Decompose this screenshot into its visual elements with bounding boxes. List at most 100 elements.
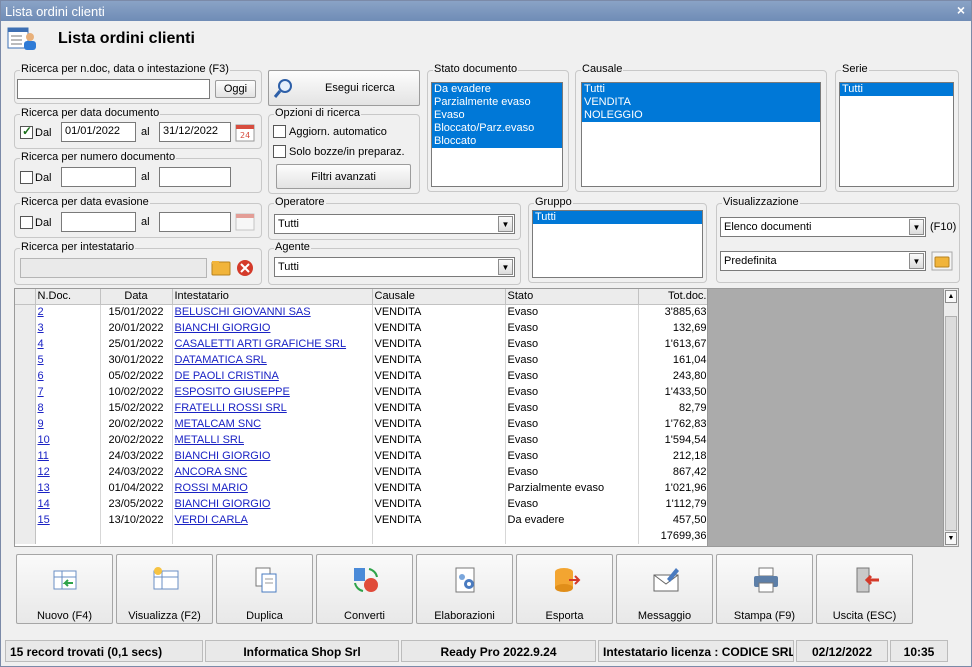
holder-link[interactable]: METALLI SRL <box>175 434 245 446</box>
search-date-checkbox[interactable] <box>20 124 33 139</box>
row-selector[interactable] <box>15 496 36 512</box>
doc-number-cell[interactable]: 4 <box>35 336 101 352</box>
export-button[interactable]: Esporta <box>516 554 613 624</box>
convert-button[interactable]: Converti <box>316 554 413 624</box>
holder-link[interactable]: BELUSCHI GIOVANNI SAS <box>175 306 311 318</box>
table-row[interactable]: 8 15/02/2022 FRATELLI ROSSI SRL VENDITA Evas… <box>15 400 707 416</box>
row-selector[interactable] <box>15 432 36 448</box>
holder-cell[interactable]: BIANCHI GIORGIO <box>172 320 373 336</box>
holder-cell[interactable]: BIANCHI GIORGIO <box>172 448 373 464</box>
doc-number-link[interactable]: 3 <box>38 322 44 334</box>
folder-icon[interactable] <box>931 251 953 271</box>
table-row[interactable]: 7 10/02/2022 ESPOSITO GIUSEPPE VENDITA Evaso… <box>15 384 707 400</box>
auto-update-checkbox[interactable] <box>273 125 286 138</box>
visual-layout-select[interactable]: Predefinita ▼ <box>720 251 926 271</box>
list-item[interactable]: Evaso <box>432 109 562 122</box>
doc-number-link[interactable]: 11 <box>38 450 49 462</box>
doc-number-link[interactable]: 12 <box>38 466 50 478</box>
list-item[interactable]: Bloccato <box>432 135 562 148</box>
table-row[interactable]: 5 30/01/2022 DATAMATICA SRL VENDITA Evaso 161… <box>15 352 707 368</box>
scroll-down-icon[interactable]: ▼ <box>945 532 957 545</box>
doc-number-link[interactable]: 7 <box>38 386 44 398</box>
number-from-input[interactable] <box>61 167 136 187</box>
visual-mode-select[interactable]: Elenco documenti ▼ <box>720 217 926 237</box>
close-icon[interactable]: × <box>957 2 965 18</box>
scroll-up-icon[interactable]: ▲ <box>945 290 957 303</box>
holder-link[interactable]: BIANCHI GIORGIO <box>175 498 271 510</box>
eva-from-input[interactable] <box>61 212 136 232</box>
row-selector[interactable] <box>15 336 36 352</box>
doc-number-link[interactable]: 14 <box>38 498 50 510</box>
doc-number-link[interactable]: 5 <box>38 354 44 366</box>
holder-link[interactable]: ANCORA SNC <box>175 466 248 478</box>
list-item[interactable]: NOLEGGIO <box>582 109 820 122</box>
table-row[interactable]: 4 25/01/2022 CASALETTI ARTI GRAFICHE SRL VE… <box>15 336 707 352</box>
clear-icon[interactable] <box>235 258 255 278</box>
doc-number-cell[interactable]: 13 <box>35 480 101 496</box>
table-row[interactable]: 12 24/03/2022 ANCORA SNC VENDITA Evaso 867,42 <box>15 464 707 480</box>
row-selector[interactable] <box>15 512 36 528</box>
view-button[interactable]: Visualizza (F2) <box>116 554 213 624</box>
chevron-down-icon[interactable]: ▼ <box>498 216 513 232</box>
new-doc-button[interactable]: Nuovo (F4) <box>16 554 113 624</box>
doc-number-link[interactable]: 10 <box>38 434 50 446</box>
doc-number-link[interactable]: 8 <box>38 402 44 414</box>
holder-input[interactable] <box>20 258 207 278</box>
today-button[interactable]: Oggi <box>215 80 256 98</box>
gruppo-listbox[interactable]: Tutti <box>532 210 703 278</box>
doc-number-cell[interactable]: 15 <box>35 512 101 528</box>
list-item[interactable]: Da evadere <box>432 83 562 96</box>
date-to-input[interactable]: 31/12/2022 <box>159 122 231 142</box>
column-header[interactable]: N.Doc. <box>35 289 101 305</box>
holder-link[interactable]: DE PAOLI CRISTINA <box>175 370 279 382</box>
column-header[interactable]: Data <box>100 289 173 305</box>
process-button[interactable]: Elaborazioni <box>416 554 513 624</box>
row-selector[interactable] <box>15 368 36 384</box>
holder-link[interactable]: METALCAM SNC <box>175 418 262 430</box>
list-item[interactable]: Parzialmente evaso <box>432 96 562 109</box>
holder-link[interactable]: VERDI CARLA <box>175 514 248 526</box>
duplicate-button[interactable]: Duplica <box>216 554 313 624</box>
orders-table[interactable]: N.Doc. Data Intestatario Causale Stato T… <box>14 288 708 547</box>
doc-number-cell[interactable]: 12 <box>35 464 101 480</box>
search-eva-checkbox[interactable] <box>20 216 33 229</box>
holder-cell[interactable]: CASALETTI ARTI GRAFICHE SRL <box>172 336 373 352</box>
row-selector[interactable] <box>15 384 36 400</box>
doc-number-cell[interactable]: 11 <box>35 448 101 464</box>
doc-number-link[interactable]: 9 <box>38 418 44 430</box>
holder-cell[interactable]: DE PAOLI CRISTINA <box>172 368 373 384</box>
row-selector[interactable] <box>15 320 36 336</box>
doc-number-cell[interactable]: 2 <box>35 304 101 320</box>
column-header[interactable]: Intestatario <box>172 289 373 305</box>
doc-number-link[interactable]: 2 <box>38 306 44 318</box>
list-item[interactable]: Bloccato/Parz.evaso <box>432 122 562 135</box>
doc-number-cell[interactable]: 10 <box>35 432 101 448</box>
holder-link[interactable]: ROSSI MARIO <box>175 482 248 494</box>
column-header[interactable]: Stato <box>505 289 639 305</box>
row-selector[interactable] <box>15 352 36 368</box>
advanced-filters-button[interactable]: Filtri avanzati <box>276 164 411 189</box>
agente-select[interactable]: Tutti ▼ <box>274 257 515 277</box>
table-row[interactable]: 11 24/03/2022 BIANCHI GIORGIO VENDITA Evaso 2… <box>15 448 707 464</box>
holder-link[interactable]: FRATELLI ROSSI SRL <box>175 402 287 414</box>
causale-listbox[interactable]: Tutti VENDITA NOLEGGIO <box>581 82 821 187</box>
table-row[interactable]: 9 20/02/2022 METALCAM SNC VENDITA Evaso 1'762… <box>15 416 707 432</box>
folder-icon[interactable] <box>211 258 231 278</box>
table-row[interactable]: 2 15/01/2022 BELUSCHI GIOVANNI SAS VENDITA E… <box>15 304 707 320</box>
list-item[interactable]: Tutti <box>533 211 702 224</box>
eva-to-input[interactable] <box>159 212 231 232</box>
chevron-down-icon[interactable]: ▼ <box>498 259 513 275</box>
serie-listbox[interactable]: Tutti <box>839 82 954 187</box>
list-item[interactable]: VENDITA <box>582 96 820 109</box>
doc-number-cell[interactable]: 8 <box>35 400 101 416</box>
holder-cell[interactable]: ANCORA SNC <box>172 464 373 480</box>
table-row[interactable]: 3 20/01/2022 BIANCHI GIORGIO VENDITA Evaso 13… <box>15 320 707 336</box>
holder-cell[interactable]: ROSSI MARIO <box>172 480 373 496</box>
row-selector[interactable] <box>15 400 36 416</box>
row-selector[interactable] <box>15 304 36 320</box>
holder-link[interactable]: BIANCHI GIORGIO <box>175 450 271 462</box>
holder-cell[interactable]: BIANCHI GIORGIO <box>172 496 373 512</box>
scroll-thumb[interactable] <box>945 316 957 531</box>
number-to-input[interactable] <box>159 167 231 187</box>
doc-number-link[interactable]: 13 <box>38 482 50 494</box>
